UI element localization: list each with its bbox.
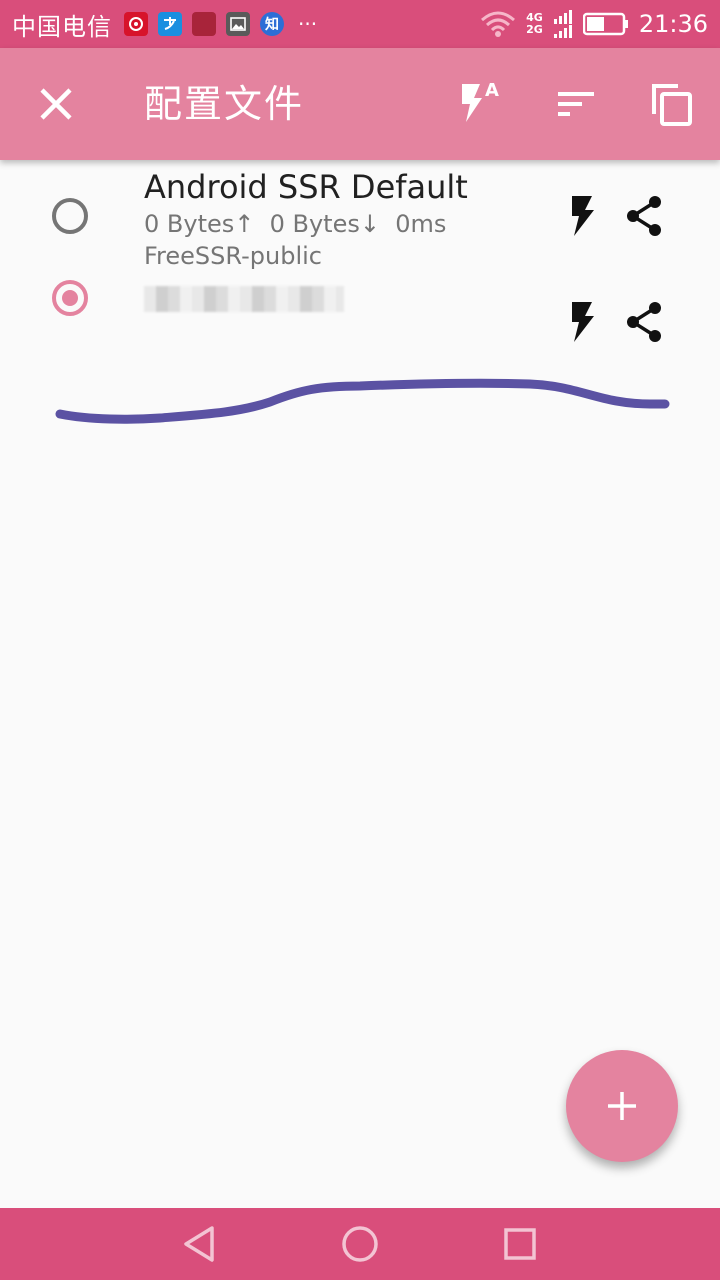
navigation-bar <box>0 1208 720 1280</box>
profile-group: FreeSSR-public <box>144 242 322 270</box>
test-latency-button[interactable] <box>558 298 606 346</box>
flash-auto-icon: A <box>462 80 499 122</box>
profile-name: Android SSR Default <box>144 168 468 206</box>
auto-test-button[interactable]: A <box>452 76 508 132</box>
more-notifications-icon: ··· <box>298 12 318 36</box>
signal-icon <box>553 10 572 38</box>
test-latency-button[interactable] <box>558 192 606 240</box>
home-icon <box>342 1226 378 1262</box>
status-right: 4G 2G 21:36 <box>480 0 708 48</box>
auto-test-badge: A <box>485 80 499 101</box>
redacted-profile-name <box>144 286 344 312</box>
profile-radio-selected[interactable] <box>52 280 88 316</box>
status-bar: 中国电信 知 ··· 4G 2G 21:36 <box>0 0 720 48</box>
app-icon <box>192 12 216 36</box>
profile-list: Android SSR Default 0 Bytes↑ 0 Bytes↓ 0m… <box>0 160 720 374</box>
home-button[interactable] <box>336 1220 384 1268</box>
profile-radio[interactable] <box>52 198 88 234</box>
notification-icons: 知 ··· <box>124 12 317 36</box>
close-button[interactable] <box>24 76 88 132</box>
copy-icon <box>652 84 692 126</box>
share-button[interactable] <box>620 298 668 346</box>
app-bar: 配置文件 A <box>0 48 720 160</box>
copy-button[interactable] <box>644 76 700 132</box>
zhihu-icon: 知 <box>260 12 284 36</box>
alipay-icon <box>158 12 182 36</box>
plus-icon <box>608 1092 636 1120</box>
flash-icon <box>572 302 594 342</box>
profile-item[interactable] <box>0 274 720 374</box>
netease-music-icon <box>124 12 148 36</box>
wifi-icon <box>481 11 516 37</box>
profile-item[interactable]: Android SSR Default 0 Bytes↑ 0 Bytes↓ 0m… <box>0 160 720 274</box>
sort-icon <box>558 92 594 116</box>
flash-icon <box>572 196 594 236</box>
annotation-scribble <box>55 378 670 424</box>
back-icon <box>184 1226 214 1262</box>
profile-stats: 0 Bytes↑ 0 Bytes↓ 0ms <box>144 210 447 238</box>
gallery-icon <box>226 12 250 36</box>
sort-button[interactable] <box>548 76 604 132</box>
network-indicator: 4G 2G <box>526 12 543 36</box>
page-title: 配置文件 <box>144 82 305 126</box>
recents-button[interactable] <box>496 1220 544 1268</box>
network-2g-label: 2G <box>526 23 543 36</box>
carrier-name: 中国电信 <box>12 12 112 41</box>
clock: 21:36 <box>638 10 708 38</box>
back-button[interactable] <box>176 1220 224 1268</box>
add-profile-button[interactable] <box>566 1050 678 1162</box>
battery-icon <box>582 12 628 36</box>
share-button[interactable] <box>620 192 668 240</box>
share-icon <box>627 302 661 342</box>
close-icon <box>40 88 72 120</box>
recents-icon <box>504 1228 536 1260</box>
share-icon <box>627 196 661 236</box>
